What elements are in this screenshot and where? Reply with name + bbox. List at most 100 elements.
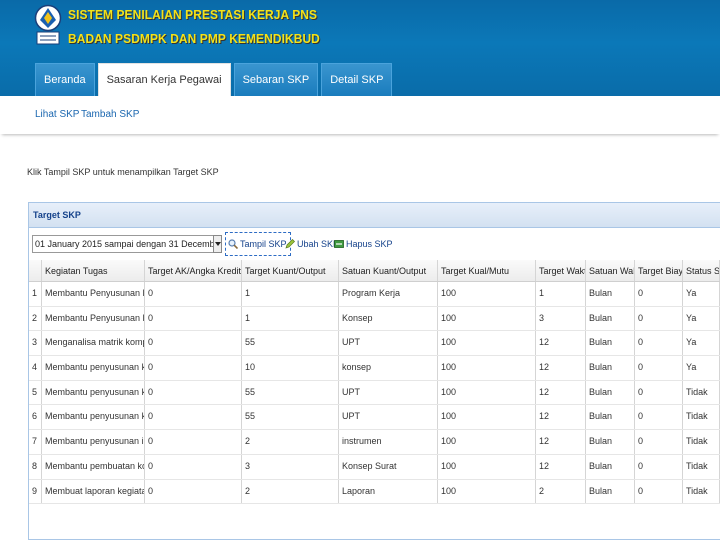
- cell-target-kual: 100: [438, 282, 536, 306]
- cell-target-kuant: 10: [242, 356, 339, 380]
- tab-sasaran-kerja-pegawai[interactable]: Sasaran Kerja Pegawai: [97, 63, 231, 96]
- app-title-line2: BADAN PSDMPK DAN PMP KEMENDIKBUD: [68, 31, 320, 46]
- cell-satuan-kuant: instrumen: [339, 430, 438, 454]
- cell-row-number: 7: [29, 430, 42, 454]
- table-row[interactable]: 7Membantu penyusunan instr02instrumen100…: [29, 430, 720, 455]
- cell-target-waktu: 3: [536, 306, 586, 331]
- cell-satuan-kuant: UPT: [339, 380, 438, 405]
- table-row[interactable]: 6Membantu penyusunan kons055UPT10012Bula…: [29, 405, 720, 431]
- app-title-line1: SISTEM PENILAIAN PRESTASI KERJA PNS: [68, 7, 318, 22]
- cell-satuan-waktu: Bulan: [586, 430, 635, 454]
- cell-target-waktu: 12: [536, 331, 586, 356]
- cell-kegiatan-tugas: Menganalisa matrik kompete: [42, 331, 145, 356]
- table-row[interactable]: 1Membantu Penyusunan kons01Program Kerja…: [29, 282, 720, 307]
- cell-target-ak: 0: [145, 405, 242, 430]
- cell-target-kual: 100: [438, 380, 536, 405]
- target-skp-panel: Target SKP 01 January 2015 sampai dengan…: [28, 202, 720, 540]
- cell-kegiatan-tugas: Membuat laporan kegiatan: [42, 479, 145, 504]
- lihat-skp-link[interactable]: Lihat SKP: [35, 109, 79, 120]
- table-row[interactable]: 8Membantu pembuatan konse03Konsep Surat1…: [29, 454, 720, 480]
- period-select[interactable]: 01 January 2015 sampai dengan 31 Decembe…: [32, 235, 219, 253]
- cell-satuan-waktu: Bulan: [586, 331, 635, 356]
- cell-kegiatan-tugas: Membantu penyusunan kons: [42, 405, 145, 430]
- column-header-target-biaya[interactable]: Target Biaya: [635, 260, 683, 281]
- cell-kegiatan-tugas: Membantu Penyusunan kons: [42, 282, 145, 306]
- cell-target-waktu: 12: [536, 380, 586, 405]
- hapus-skp-button[interactable]: Hapus SKP: [332, 232, 396, 256]
- column-header-satuan-waktu[interactable]: Satuan Waktu: [586, 260, 635, 281]
- cell-target-waktu: 12: [536, 356, 586, 380]
- cell-target-kual: 100: [438, 306, 536, 331]
- target-skp-grid: Kegiatan Tugas Target AK/Angka Kredit) Tar…: [29, 260, 720, 505]
- cell-satuan-waktu: Bulan: [586, 454, 635, 479]
- cell-satuan-waktu: Bulan: [586, 282, 635, 306]
- column-header-target-kual[interactable]: Target Kual/Mutu: [438, 260, 536, 281]
- cell-row-number: 6: [29, 405, 42, 430]
- cell-satuan-waktu: Bulan: [586, 306, 635, 331]
- cell-target-ak: 0: [145, 331, 242, 356]
- table-row[interactable]: 2Membantu Penyusunan kons01Konsep1003Bul…: [29, 306, 720, 332]
- cell-target-waktu: 12: [536, 405, 586, 430]
- cell-kegiatan-tugas: Membantu Penyusunan kons: [42, 306, 145, 331]
- cell-target-biaya: 0: [635, 282, 683, 306]
- cell-target-kuant: 3: [242, 454, 339, 479]
- cell-target-ak: 0: [145, 454, 242, 479]
- main-tabs: Beranda Sasaran Kerja Pegawai Sebaran SK…: [35, 63, 395, 96]
- cell-row-number: 9: [29, 479, 42, 504]
- cell-target-biaya: 0: [635, 356, 683, 380]
- column-header-satuan-kuant[interactable]: Satuan Kuant/Output: [339, 260, 438, 281]
- cell-satuan-kuant: UPT: [339, 331, 438, 356]
- delete-icon: [334, 240, 344, 248]
- cell-target-biaya: 0: [635, 306, 683, 331]
- cell-status-skp: Tidak: [683, 479, 720, 504]
- cell-row-number: 8: [29, 454, 42, 479]
- table-row[interactable]: 4Membantu penyusunan kons010konsep10012B…: [29, 356, 720, 381]
- cell-target-kual: 100: [438, 331, 536, 356]
- cell-row-number: 5: [29, 380, 42, 405]
- cell-target-ak: 0: [145, 356, 242, 380]
- cell-target-biaya: 0: [635, 405, 683, 430]
- cell-target-waktu: 2: [536, 479, 586, 504]
- cell-status-skp: Tidak: [683, 430, 720, 454]
- cell-kegiatan-tugas: Membantu pembuatan konse: [42, 454, 145, 479]
- cell-target-waktu: 12: [536, 430, 586, 454]
- table-row[interactable]: 9 Membuat laporan kegiatan 0 2 Laporan 100 2 Bu…: [29, 479, 720, 505]
- cell-target-kual: 100: [438, 479, 536, 504]
- cell-row-number: 3: [29, 331, 42, 356]
- cell-satuan-waktu: Bulan: [586, 356, 635, 380]
- hapus-skp-label: Hapus SKP: [346, 239, 393, 249]
- cell-target-kual: 100: [438, 454, 536, 479]
- table-row[interactable]: 3Menganalisa matrik kompete055UPT10012Bu…: [29, 331, 720, 357]
- magnifier-icon: [228, 239, 238, 249]
- table-row[interactable]: 5Membantu penyusunan kons055UPT10012Bula…: [29, 380, 720, 406]
- cell-target-biaya: 0: [635, 479, 683, 504]
- cell-kegiatan-tugas: Membantu penyusunan kons: [42, 356, 145, 380]
- tab-beranda[interactable]: Beranda: [35, 63, 95, 96]
- cell-target-kuant: 2: [242, 430, 339, 454]
- column-header-kegiatan-tugas[interactable]: Kegiatan Tugas: [42, 260, 145, 281]
- cell-satuan-kuant: Laporan: [339, 479, 438, 504]
- cell-status-skp: Tidak: [683, 405, 720, 430]
- chevron-down-icon[interactable]: [213, 235, 222, 253]
- cell-target-kual: 100: [438, 356, 536, 380]
- cell-satuan-waktu: Bulan: [586, 405, 635, 430]
- tampil-skp-button[interactable]: Tampil SKP: [225, 232, 291, 256]
- cell-target-biaya: 0: [635, 380, 683, 405]
- column-header-row-number[interactable]: [29, 260, 42, 281]
- tambah-skp-link[interactable]: Tambah SKP: [81, 109, 139, 120]
- cell-target-waktu: 1: [536, 282, 586, 306]
- tab-sebaran-skp[interactable]: Sebaran SKP: [233, 63, 319, 96]
- column-header-target-waktu[interactable]: Target Waktu: [536, 260, 586, 281]
- cell-target-biaya: 0: [635, 430, 683, 454]
- column-header-status-skp[interactable]: Status SKP: [683, 260, 720, 281]
- column-header-target-kuant[interactable]: Target Kuant/Output: [242, 260, 339, 281]
- tab-detail-skp[interactable]: Detail SKP: [321, 63, 393, 96]
- column-header-target-ak[interactable]: Target AK/Angka Kredit): [145, 260, 242, 281]
- cell-status-skp: Ya: [683, 282, 720, 306]
- cell-row-number: 1: [29, 282, 42, 306]
- cell-target-ak: 0: [145, 430, 242, 454]
- cell-satuan-kuant: konsep: [339, 356, 438, 380]
- cell-satuan-kuant: Konsep: [339, 306, 438, 331]
- kemendikbud-logo-icon: [34, 4, 62, 45]
- cell-status-skp: Ya: [683, 331, 720, 356]
